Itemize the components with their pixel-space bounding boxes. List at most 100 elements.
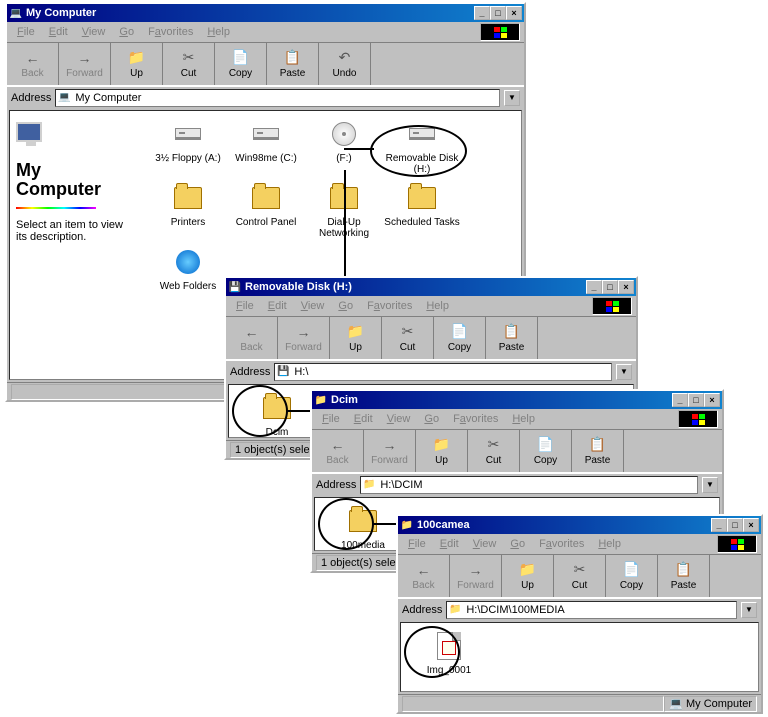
- address-dropdown-button[interactable]: ▼: [504, 90, 520, 106]
- copy-icon: 📄: [623, 561, 640, 578]
- forward-button[interactable]: →Forward: [450, 555, 502, 597]
- cd-icon: [327, 117, 361, 151]
- 100media-folder-item[interactable]: 100media: [325, 504, 401, 551]
- copy-button[interactable]: 📄Copy: [215, 43, 267, 85]
- cut-button[interactable]: ✂Cut: [554, 555, 606, 597]
- floppy-icon: [171, 117, 205, 151]
- copy-button[interactable]: 📄Copy: [606, 555, 658, 597]
- maximize-button[interactable]: □: [727, 518, 743, 532]
- menu-view[interactable]: View: [467, 536, 503, 552]
- panel-title: My Computer: [16, 161, 136, 199]
- dcim-folder-item[interactable]: Dcim: [239, 391, 315, 438]
- menu-edit[interactable]: Edit: [262, 298, 293, 314]
- address-dropdown-button[interactable]: ▼: [702, 477, 718, 493]
- up-button[interactable]: 📁Up: [416, 430, 468, 472]
- address-field[interactable]: 📁H:\DCIM\100MEDIA: [446, 601, 737, 619]
- cut-button[interactable]: ✂Cut: [163, 43, 215, 85]
- copy-button[interactable]: 📄Copy: [520, 430, 572, 472]
- removable-disk-item[interactable]: Removable Disk (H:): [384, 117, 460, 175]
- address-label: Address: [230, 366, 270, 378]
- menu-favorites[interactable]: Favorites: [533, 536, 590, 552]
- menu-favorites[interactable]: Favorites: [361, 298, 418, 314]
- back-button[interactable]: ←Back: [7, 43, 59, 85]
- computer-icon: 💻: [669, 697, 683, 710]
- scheduled-tasks-item[interactable]: Scheduled Tasks: [384, 181, 460, 239]
- close-button[interactable]: ×: [704, 393, 720, 407]
- menu-go[interactable]: Go: [113, 24, 140, 40]
- menu-file[interactable]: File: [316, 411, 346, 427]
- menu-go[interactable]: Go: [418, 411, 445, 427]
- close-button[interactable]: ×: [618, 280, 634, 294]
- copy-button[interactable]: 📄Copy: [434, 317, 486, 359]
- titlebar[interactable]: 📁 100camea _□×: [398, 516, 761, 534]
- close-button[interactable]: ×: [506, 6, 522, 20]
- forward-button[interactable]: →Forward: [364, 430, 416, 472]
- printers-item[interactable]: Printers: [150, 181, 226, 239]
- menu-edit[interactable]: Edit: [434, 536, 465, 552]
- up-button[interactable]: 📁Up: [502, 555, 554, 597]
- up-button[interactable]: 📁Up: [111, 43, 163, 85]
- menu-file[interactable]: File: [230, 298, 260, 314]
- control-panel-item[interactable]: Control Panel: [228, 181, 304, 239]
- menu-file[interactable]: File: [11, 24, 41, 40]
- web-folders-item[interactable]: Web Folders: [150, 245, 226, 292]
- image-file-item[interactable]: Img_0001: [411, 629, 487, 676]
- minimize-button[interactable]: _: [586, 280, 602, 294]
- up-button[interactable]: 📁Up: [330, 317, 382, 359]
- titlebar[interactable]: 📁 Dcim _□×: [312, 391, 722, 409]
- menu-favorites[interactable]: Favorites: [142, 24, 199, 40]
- back-button[interactable]: ←Back: [312, 430, 364, 472]
- paste-button[interactable]: 📋Paste: [486, 317, 538, 359]
- status-right: 💻My Computer: [664, 696, 757, 712]
- computer-icon: 💻: [58, 92, 72, 104]
- menu-view[interactable]: View: [76, 24, 112, 40]
- menu-favorites[interactable]: Favorites: [447, 411, 504, 427]
- cut-button[interactable]: ✂Cut: [468, 430, 520, 472]
- address-text: H:\DCIM: [380, 479, 422, 491]
- menu-go[interactable]: Go: [332, 298, 359, 314]
- floppy-drive-item[interactable]: 3½ Floppy (A:): [150, 117, 226, 175]
- menu-view[interactable]: View: [295, 298, 331, 314]
- paste-button[interactable]: 📋Paste: [267, 43, 319, 85]
- minimize-button[interactable]: _: [672, 393, 688, 407]
- menu-help[interactable]: Help: [201, 24, 236, 40]
- titlebar[interactable]: 💻 My Computer _ □ ×: [7, 4, 524, 22]
- content-pane[interactable]: Img_0001: [400, 622, 759, 692]
- forward-button[interactable]: →Forward: [278, 317, 330, 359]
- address-dropdown-button[interactable]: ▼: [616, 364, 632, 380]
- maximize-button[interactable]: □: [490, 6, 506, 20]
- scissors-icon: ✂: [183, 49, 195, 66]
- address-field[interactable]: 💻 My Computer: [55, 89, 500, 107]
- drive-icon: 💾: [228, 280, 242, 294]
- menu-view[interactable]: View: [381, 411, 417, 427]
- menu-go[interactable]: Go: [504, 536, 531, 552]
- forward-button[interactable]: →Forward: [59, 43, 111, 85]
- paste-button[interactable]: 📋Paste: [572, 430, 624, 472]
- maximize-button[interactable]: □: [602, 280, 618, 294]
- cd-drive-item[interactable]: (F:): [306, 117, 382, 175]
- maximize-button[interactable]: □: [688, 393, 704, 407]
- menu-help[interactable]: Help: [506, 411, 541, 427]
- menu-edit[interactable]: Edit: [348, 411, 379, 427]
- back-button[interactable]: ←Back: [226, 317, 278, 359]
- paste-button[interactable]: 📋Paste: [658, 555, 710, 597]
- windows-logo: [717, 535, 757, 553]
- up-folder-icon: 📁: [433, 436, 450, 453]
- cut-button[interactable]: ✂Cut: [382, 317, 434, 359]
- minimize-button[interactable]: _: [474, 6, 490, 20]
- hard-drive-item[interactable]: Win98me (C:): [228, 117, 304, 175]
- forward-arrow-icon: →: [383, 437, 397, 453]
- address-field[interactable]: 💾H:\: [274, 363, 612, 381]
- back-button[interactable]: ←Back: [398, 555, 450, 597]
- menu-help[interactable]: Help: [592, 536, 627, 552]
- undo-button[interactable]: ↶Undo: [319, 43, 371, 85]
- minimize-button[interactable]: _: [711, 518, 727, 532]
- address-dropdown-button[interactable]: ▼: [741, 602, 757, 618]
- menu-edit[interactable]: Edit: [43, 24, 74, 40]
- scissors-icon: ✂: [574, 561, 586, 578]
- menu-help[interactable]: Help: [420, 298, 455, 314]
- close-button[interactable]: ×: [743, 518, 759, 532]
- address-field[interactable]: 📁H:\DCIM: [360, 476, 698, 494]
- titlebar[interactable]: 💾 Removable Disk (H:) _□×: [226, 278, 636, 296]
- menu-file[interactable]: File: [402, 536, 432, 552]
